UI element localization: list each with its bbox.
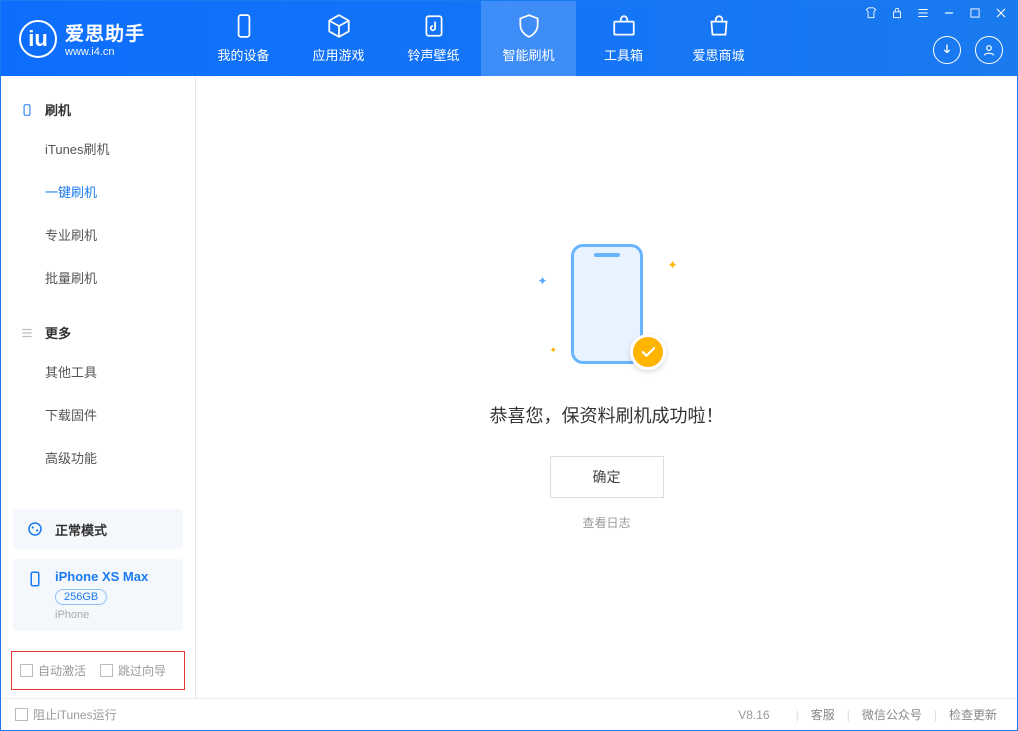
sparkle-icon: ✦ xyxy=(538,274,548,288)
checkbox-skip-guide[interactable]: 跳过向导 xyxy=(100,662,166,679)
sidebar-item-pro-flash[interactable]: 专业刷机 xyxy=(1,213,195,256)
shield-icon xyxy=(516,13,542,39)
tab-label: 我的设备 xyxy=(217,45,269,64)
header-actions xyxy=(933,36,1003,64)
version-label: V8.16 xyxy=(738,708,769,722)
mode-label: 正常模式 xyxy=(55,520,107,539)
device-icon xyxy=(25,569,45,589)
tab-apps[interactable]: 应用游戏 xyxy=(291,1,386,76)
lock-icon[interactable] xyxy=(889,5,905,21)
app-header: iu 爱思助手 www.i4.cn 我的设备 应用游戏 铃声壁纸 智能刷机 工具… xyxy=(1,1,1017,76)
account-button[interactable] xyxy=(975,36,1003,64)
toolbox-icon xyxy=(611,13,637,39)
close-icon[interactable] xyxy=(993,5,1009,21)
options-highlight: 自动激活 跳过向导 xyxy=(11,651,185,690)
section-title: 刷机 xyxy=(45,100,71,119)
window-controls xyxy=(863,5,1009,21)
sidebar-section-flash: 刷机 xyxy=(1,92,195,127)
success-illustration: ✦ ✦ ✦ xyxy=(532,244,682,374)
tab-label: 爱思商城 xyxy=(692,45,744,64)
menu-icon[interactable] xyxy=(915,5,931,21)
list-icon xyxy=(19,325,35,341)
section-title: 更多 xyxy=(45,323,71,342)
checkbox-label: 跳过向导 xyxy=(118,662,166,679)
minimize-icon[interactable] xyxy=(941,5,957,21)
sparkle-icon: ✦ xyxy=(550,345,558,356)
sidebar-section-more: 更多 xyxy=(1,315,195,350)
tab-toolbox[interactable]: 工具箱 xyxy=(576,1,671,76)
device-card[interactable]: iPhone XS Max 256GB iPhone xyxy=(13,559,183,631)
cube-icon xyxy=(326,13,352,39)
checkbox-block-itunes[interactable]: 阻止iTunes运行 xyxy=(15,706,117,723)
sidebar-item-advanced[interactable]: 高级功能 xyxy=(1,436,195,479)
phone-icon xyxy=(19,102,35,118)
tab-label: 铃声壁纸 xyxy=(407,45,459,64)
download-button[interactable] xyxy=(933,36,961,64)
tab-label: 智能刷机 xyxy=(502,45,554,64)
success-message: 恭喜您，保资料刷机成功啦！ xyxy=(490,402,724,428)
tab-ringtones[interactable]: 铃声壁纸 xyxy=(386,1,481,76)
footer-link-support[interactable]: 客服 xyxy=(811,706,835,723)
checkbox-auto-activate[interactable]: 自动激活 xyxy=(20,662,86,679)
checkbox-label: 阻止iTunes运行 xyxy=(33,706,117,723)
maximize-icon[interactable] xyxy=(967,5,983,21)
main-content: ✦ ✦ ✦ 恭喜您，保资料刷机成功啦！ 确定 查看日志 xyxy=(196,76,1017,698)
app-url: www.i4.cn xyxy=(65,46,145,58)
checkbox-box xyxy=(20,664,33,677)
tab-label: 应用游戏 xyxy=(312,45,364,64)
sidebar-item-oneclick-flash[interactable]: 一键刷机 xyxy=(1,170,195,213)
sidebar-item-other-tools[interactable]: 其他工具 xyxy=(1,350,195,393)
footer: 阻止iTunes运行 V8.16 | 客服 | 微信公众号 | 检查更新 xyxy=(1,698,1017,730)
tab-store[interactable]: 爱思商城 xyxy=(671,1,766,76)
tab-flash[interactable]: 智能刷机 xyxy=(481,1,576,76)
logo-icon: iu xyxy=(19,20,57,58)
device-icon xyxy=(231,13,257,39)
checkbox-box xyxy=(15,708,28,721)
bag-icon xyxy=(706,13,732,39)
tshirt-icon[interactable] xyxy=(863,5,879,21)
footer-link-check-update[interactable]: 检查更新 xyxy=(949,706,997,723)
check-circle-icon xyxy=(630,334,666,370)
sidebar-item-itunes-flash[interactable]: iTunes刷机 xyxy=(1,127,195,170)
sidebar-item-download-firmware[interactable]: 下载固件 xyxy=(1,393,195,436)
sidebar: 刷机 iTunes刷机 一键刷机 专业刷机 批量刷机 更多 其他工具 下载固件 … xyxy=(1,76,196,698)
music-file-icon xyxy=(421,13,447,39)
sidebar-item-batch-flash[interactable]: 批量刷机 xyxy=(1,256,195,299)
device-type: iPhone xyxy=(55,609,148,621)
footer-link-wechat[interactable]: 微信公众号 xyxy=(862,706,922,723)
sparkle-icon: ✦ xyxy=(667,258,677,272)
device-storage: 256GB xyxy=(55,589,107,605)
tab-my-device[interactable]: 我的设备 xyxy=(196,1,291,76)
tab-label: 工具箱 xyxy=(604,45,643,64)
logo: iu 爱思助手 www.i4.cn xyxy=(1,19,196,58)
view-log-link[interactable]: 查看日志 xyxy=(582,514,630,531)
mode-icon xyxy=(25,519,45,539)
checkbox-label: 自动激活 xyxy=(38,662,86,679)
ok-button[interactable]: 确定 xyxy=(550,456,664,498)
mode-card[interactable]: 正常模式 xyxy=(13,509,183,549)
main-tabs: 我的设备 应用游戏 铃声壁纸 智能刷机 工具箱 爱思商城 xyxy=(196,1,766,76)
app-name: 爱思助手 xyxy=(65,19,145,46)
device-name: iPhone XS Max xyxy=(55,569,148,584)
checkbox-box xyxy=(100,664,113,677)
